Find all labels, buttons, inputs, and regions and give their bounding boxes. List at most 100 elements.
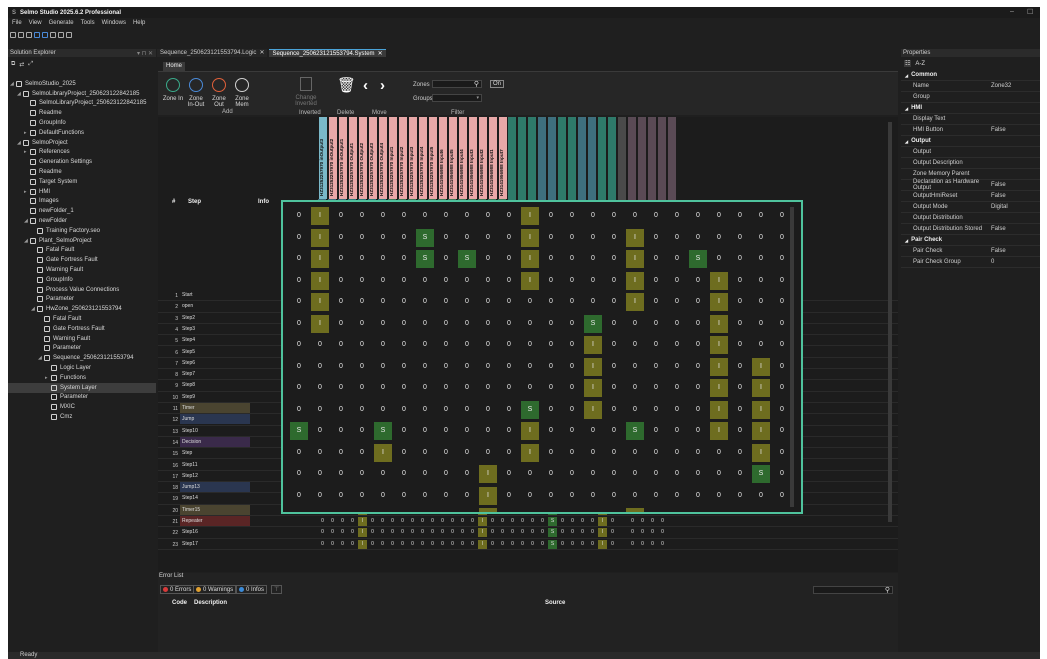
overlay-cell[interactable]: 0 (353, 401, 371, 419)
new-file-icon[interactable] (10, 32, 16, 38)
overlay-cell[interactable]: 0 (605, 207, 623, 225)
overlay-cell[interactable]: I (584, 336, 602, 354)
grid-cell[interactable]: 0 (578, 528, 587, 537)
grid-column-header[interactable]: HZ3141956988 Input2 (478, 117, 487, 199)
overlay-cell[interactable]: 0 (773, 487, 791, 505)
overlay-cell[interactable]: S (458, 250, 476, 268)
overlay-cell[interactable]: 0 (458, 401, 476, 419)
collapse-arrow-icon[interactable]: ◢ (905, 238, 908, 243)
overlay-cell[interactable]: 0 (668, 315, 686, 333)
property-section-header[interactable]: ◢ HMI (901, 103, 1040, 114)
property-row[interactable]: Name Zone32 (901, 81, 1040, 92)
overlay-cell[interactable]: 0 (605, 250, 623, 268)
overlay-cell[interactable]: 0 (605, 444, 623, 462)
overlay-cell[interactable]: 0 (542, 379, 560, 397)
overlay-cell[interactable]: 0 (311, 487, 329, 505)
overlay-cell[interactable]: 0 (668, 487, 686, 505)
grid-column-header[interactable]: HZ31252257970 inOutput3 (318, 117, 327, 199)
overlay-cell[interactable]: 0 (437, 293, 455, 311)
overlay-cell[interactable]: 0 (500, 401, 518, 419)
property-section-header[interactable]: ◢ Pair Check (901, 235, 1040, 246)
overlay-cell[interactable]: 0 (311, 401, 329, 419)
grid-cell[interactable]: 0 (558, 540, 567, 549)
overlay-cell[interactable]: 0 (731, 487, 749, 505)
collapse-arrow-icon[interactable]: ◢ (905, 73, 908, 78)
overlay-cell[interactable]: 0 (689, 508, 707, 512)
grid-cell[interactable]: 0 (538, 528, 547, 537)
step-name[interactable]: Jump13 (180, 482, 250, 493)
grid-cell[interactable]: 0 (568, 517, 577, 526)
overlay-cell[interactable]: 0 (647, 401, 665, 419)
grid-cell[interactable]: 0 (378, 517, 387, 526)
overlay-cell[interactable]: 0 (773, 272, 791, 290)
overlay-cell[interactable]: 0 (647, 293, 665, 311)
overlay-cell[interactable]: 0 (773, 358, 791, 376)
grid-column-header[interactable]: HZ31252257970 Input4 (418, 117, 427, 199)
zone-cell[interactable]: 0 (628, 528, 637, 537)
overlay-cell[interactable]: 0 (374, 508, 392, 512)
overlay-cell[interactable]: 0 (773, 444, 791, 462)
grid-cell[interactable]: 0 (408, 540, 417, 549)
grid-cell[interactable]: 0 (378, 528, 387, 537)
overlay-cell[interactable]: 0 (374, 336, 392, 354)
overlay-cell[interactable]: 0 (290, 315, 308, 333)
overlay-cell[interactable]: 0 (773, 207, 791, 225)
sync-icon[interactable]: ⇄ (19, 61, 24, 68)
tree-item[interactable]: Cmz (8, 412, 156, 422)
overlay-cell[interactable]: 0 (290, 336, 308, 354)
overlay-cell[interactable]: 0 (437, 379, 455, 397)
overlay-cell[interactable]: 0 (500, 508, 518, 512)
step-name[interactable]: Step9 (180, 392, 250, 402)
overlay-cell[interactable]: 0 (752, 508, 770, 512)
overlay-cell[interactable]: I (311, 314, 329, 333)
overlay-cell[interactable]: 0 (479, 422, 497, 440)
overlay-cell[interactable]: 0 (500, 207, 518, 225)
overlay-cell[interactable]: 0 (773, 379, 791, 397)
overlay-cell[interactable]: 0 (332, 422, 350, 440)
overlay-cell[interactable]: 0 (647, 444, 665, 462)
tree-item[interactable]: newFolder_1 (8, 206, 156, 216)
overlay-cell[interactable]: 0 (626, 444, 644, 462)
overlay-cell[interactable]: 0 (500, 487, 518, 505)
step-name[interactable]: open (180, 301, 250, 311)
overlay-cell[interactable]: 0 (731, 508, 749, 512)
grid-column-header[interactable]: HZ3141956988 Input7 (498, 117, 507, 199)
overlay-cell[interactable]: 0 (542, 508, 560, 512)
overlay-cell[interactable]: 0 (731, 315, 749, 333)
overlay-cell[interactable]: I (710, 293, 728, 311)
overlay-cell[interactable]: 0 (437, 229, 455, 247)
grid-cell[interactable]: 0 (538, 517, 547, 526)
overlay-cell[interactable]: 0 (752, 315, 770, 333)
step-name[interactable]: Step4 (180, 335, 250, 345)
overlay-cell[interactable]: 0 (374, 207, 392, 225)
tree-item[interactable]: Fatal Fault (8, 314, 156, 324)
grid-cell[interactable]: 0 (558, 517, 567, 526)
overlay-cell[interactable]: 0 (731, 401, 749, 419)
grid-cell[interactable]: 0 (318, 517, 327, 526)
overlay-cell[interactable]: 0 (479, 250, 497, 268)
grid-cell[interactable]: 0 (438, 528, 447, 537)
overlay-cell[interactable]: 0 (689, 379, 707, 397)
overlay-cell[interactable]: 0 (605, 401, 623, 419)
overlay-cell[interactable]: 0 (500, 315, 518, 333)
tree-item[interactable]: Warning Fault (8, 334, 156, 344)
overlay-cell[interactable]: 0 (290, 465, 308, 483)
grid-cell[interactable]: 0 (328, 528, 337, 537)
overlay-cell[interactable]: 0 (437, 315, 455, 333)
overlay-cell[interactable]: 0 (458, 207, 476, 225)
overlay-cell[interactable]: 0 (458, 465, 476, 483)
overlay-cell[interactable]: 0 (647, 207, 665, 225)
infos-filter-button[interactable]: 0 Infos (236, 585, 268, 594)
overlay-cell[interactable]: 0 (584, 465, 602, 483)
grid-column-header[interactable]: HZ3141956988 Input3 (468, 117, 477, 199)
overlay-cell[interactable]: 0 (479, 229, 497, 247)
overlay-cell[interactable]: 0 (563, 293, 581, 311)
overlay-cell[interactable]: 0 (542, 444, 560, 462)
step-name[interactable]: Step14 (180, 493, 250, 503)
overlay-cell[interactable]: 0 (332, 358, 350, 376)
grid-cell[interactable]: 0 (608, 540, 617, 549)
property-value[interactable]: False (991, 226, 1006, 232)
overlay-cell[interactable]: 0 (416, 465, 434, 483)
overlay-cell[interactable]: 0 (584, 444, 602, 462)
overlay-cell[interactable]: 0 (668, 272, 686, 290)
